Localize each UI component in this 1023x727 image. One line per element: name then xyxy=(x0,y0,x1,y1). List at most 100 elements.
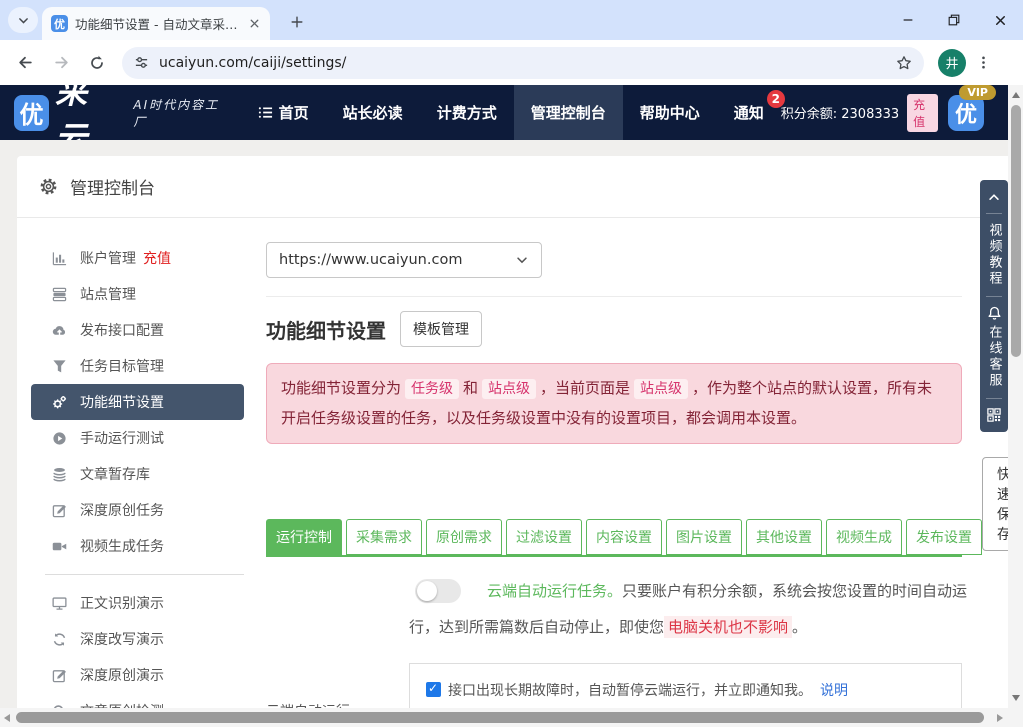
settings-tabs-row: 运行控制 采集需求 原创需求 过滤设置 内容设置 图片设置 其他设置 视频生成 … xyxy=(266,457,962,557)
vertical-scroll-thumb[interactable] xyxy=(1011,105,1021,357)
tab-title: 功能细节设置 - 自动文章采集器 xyxy=(75,14,241,33)
address-bar[interactable]: ucaiyun.com/caiji/settings/ xyxy=(122,47,924,79)
nav-item-help-center[interactable]: 帮助中心 xyxy=(623,85,717,140)
user-avatar[interactable]: 优 xyxy=(948,95,984,131)
play-circle-icon xyxy=(52,431,67,446)
divider xyxy=(266,296,962,297)
main-content: https://www.ucaiyun.com 功能细节设置 模板管理 功能细节… xyxy=(260,218,1008,727)
tab-publish[interactable]: 发布设置 xyxy=(906,519,982,555)
url-text[interactable]: ucaiyun.com/caiji/settings/ xyxy=(159,55,886,71)
tab-video-generation[interactable]: 视频生成 xyxy=(826,519,902,555)
sidebar: 账户管理 充值 站点管理 发布接口配置 任务目标管理 功能细节设置 xyxy=(17,218,260,727)
qr-code-icon[interactable] xyxy=(987,406,1001,424)
cloud-upload-icon xyxy=(52,323,67,338)
sidebar-item-deep-original-demo[interactable]: 深度原创演示 xyxy=(31,657,244,693)
quick-save-button[interactable]: 快速保存 xyxy=(982,457,1008,551)
bar-chart-icon xyxy=(52,251,67,266)
level-chip-current: 站点级 xyxy=(634,379,688,399)
nav-item-webmaster-reading[interactable]: 站长必读 xyxy=(326,85,420,140)
sidebar-item-feature-settings[interactable]: 功能细节设置 xyxy=(31,384,244,420)
bell-icon[interactable] xyxy=(987,304,1002,323)
browser-profile-avatar[interactable]: 井 xyxy=(938,49,966,77)
sidebar-item-video-generation-task[interactable]: 视频生成任务 xyxy=(31,528,244,564)
vertical-scrollbar[interactable] xyxy=(1008,85,1023,708)
scroll-down-arrow[interactable] xyxy=(1012,695,1020,701)
scroll-right-arrow[interactable] xyxy=(997,714,1003,722)
template-manage-button[interactable]: 模板管理 xyxy=(400,311,482,347)
sidebar-divider xyxy=(45,574,244,575)
cloud-auto-run-toggle-row: 云端自动运行任务。只要账户有积分余额，系统会按您设置的时间自动运行，达到所需篇数… xyxy=(409,573,969,645)
sidebar-item-publish-api[interactable]: 发布接口配置 xyxy=(31,312,244,348)
sidebar-item-deep-original-task[interactable]: 深度原创任务 xyxy=(31,492,244,528)
nav-item-home[interactable]: 首页 xyxy=(241,85,326,140)
scroll-up-arrow[interactable] xyxy=(1012,92,1020,98)
bookmark-star-icon[interactable] xyxy=(896,55,912,71)
page-title: 管理控制台 xyxy=(70,174,155,199)
sidebar-item-deep-rewrite-demo[interactable]: 深度改写演示 xyxy=(31,621,244,657)
divider xyxy=(986,213,1002,214)
browser-menu-icon[interactable] xyxy=(972,49,994,77)
panel-header: 管理控制台 xyxy=(17,156,1008,218)
database-icon xyxy=(52,467,67,482)
edit-icon xyxy=(52,668,67,683)
window-close-button[interactable] xyxy=(977,0,1023,40)
window-controls xyxy=(885,0,1023,40)
chevron-up-icon[interactable] xyxy=(987,188,1001,206)
gears-icon xyxy=(52,395,67,410)
sidebar-item-task-targets[interactable]: 任务目标管理 xyxy=(31,348,244,384)
floating-side-panel: 视频教程 在线客服 xyxy=(980,180,1008,432)
server-icon xyxy=(52,287,67,302)
online-service-button[interactable]: 在线客服 xyxy=(988,323,1001,391)
auto-run-highlight: 电脑关机也不影响 xyxy=(664,616,792,638)
tab-search-button[interactable] xyxy=(8,7,38,33)
sidebar-item-content-recognition-demo[interactable]: 正文识别演示 xyxy=(31,585,244,621)
monitor-icon xyxy=(52,596,67,611)
nav-item-notifications[interactable]: 通知 2 xyxy=(717,85,781,140)
tab-favicon: 优 xyxy=(51,15,68,32)
sidebar-recharge-link[interactable]: 充值 xyxy=(143,248,171,268)
cloud-auto-run-toggle[interactable] xyxy=(415,579,461,603)
browser-tab[interactable]: 优 功能细节设置 - 自动文章采集器 xyxy=(42,7,270,40)
divider xyxy=(986,398,1002,399)
sidebar-item-manual-run-test[interactable]: 手动运行测试 xyxy=(31,420,244,456)
video-tutorial-button[interactable]: 视频教程 xyxy=(988,221,1001,289)
site-settings-icon[interactable] xyxy=(134,55,149,70)
section-title: 功能细节设置 xyxy=(266,315,386,344)
funnel-icon xyxy=(52,359,67,374)
site-select-value: https://www.ucaiyun.com xyxy=(279,252,462,268)
recharge-button[interactable]: 充值 xyxy=(907,94,938,132)
main-panel: 管理控制台 账户管理 充值 站点管理 发布接口配置 xyxy=(17,156,1008,727)
level-chip-site: 站点级 xyxy=(482,379,536,399)
tab-content[interactable]: 内容设置 xyxy=(586,519,662,555)
site-logo[interactable]: 优 xyxy=(14,95,49,131)
user-avatar-wrap[interactable]: 优 VIP xyxy=(948,95,984,131)
tab-image[interactable]: 图片设置 xyxy=(666,519,742,555)
new-tab-button[interactable] xyxy=(284,9,310,35)
horizontal-scroll-thumb[interactable] xyxy=(16,712,984,723)
tab-close-icon[interactable] xyxy=(248,17,261,30)
tab-filter[interactable]: 过滤设置 xyxy=(506,519,582,555)
list-icon xyxy=(258,105,273,120)
window-restore-button[interactable] xyxy=(931,0,977,40)
scroll-left-arrow[interactable] xyxy=(4,714,10,722)
site-select[interactable]: https://www.ucaiyun.com xyxy=(266,242,542,278)
sidebar-item-article-staging[interactable]: 文章暂存库 xyxy=(31,456,244,492)
nav-item-console[interactable]: 管理控制台 xyxy=(514,85,623,140)
explanation-link[interactable]: 说明 xyxy=(820,683,848,699)
sidebar-item-sites[interactable]: 站点管理 xyxy=(31,276,244,312)
horizontal-scrollbar[interactable] xyxy=(0,708,1023,727)
nav-item-pricing[interactable]: 计费方式 xyxy=(420,85,514,140)
chevron-down-icon xyxy=(515,253,529,267)
tab-originality[interactable]: 原创需求 xyxy=(426,519,502,555)
navbar-right: 积分余额: 2308333 充值 优 VIP xyxy=(781,94,1008,132)
tab-other[interactable]: 其他设置 xyxy=(746,519,822,555)
back-button[interactable] xyxy=(10,48,40,78)
window-minimize-button[interactable] xyxy=(885,0,931,40)
fault-pause-checkbox[interactable] xyxy=(426,682,441,697)
auto-run-title: 云端自动运行任务。 xyxy=(487,582,622,600)
tab-run-control[interactable]: 运行控制 xyxy=(266,519,342,555)
site-navbar: 优 采云 AI时代内容工厂 首页 站长必读 计费方式 管理控制台 帮助中心 通知… xyxy=(0,85,1008,140)
tab-collection[interactable]: 采集需求 xyxy=(346,519,422,555)
sidebar-item-account[interactable]: 账户管理 充值 xyxy=(31,240,244,276)
browser-toolbar: ucaiyun.com/caiji/settings/ 井 xyxy=(0,40,1023,85)
